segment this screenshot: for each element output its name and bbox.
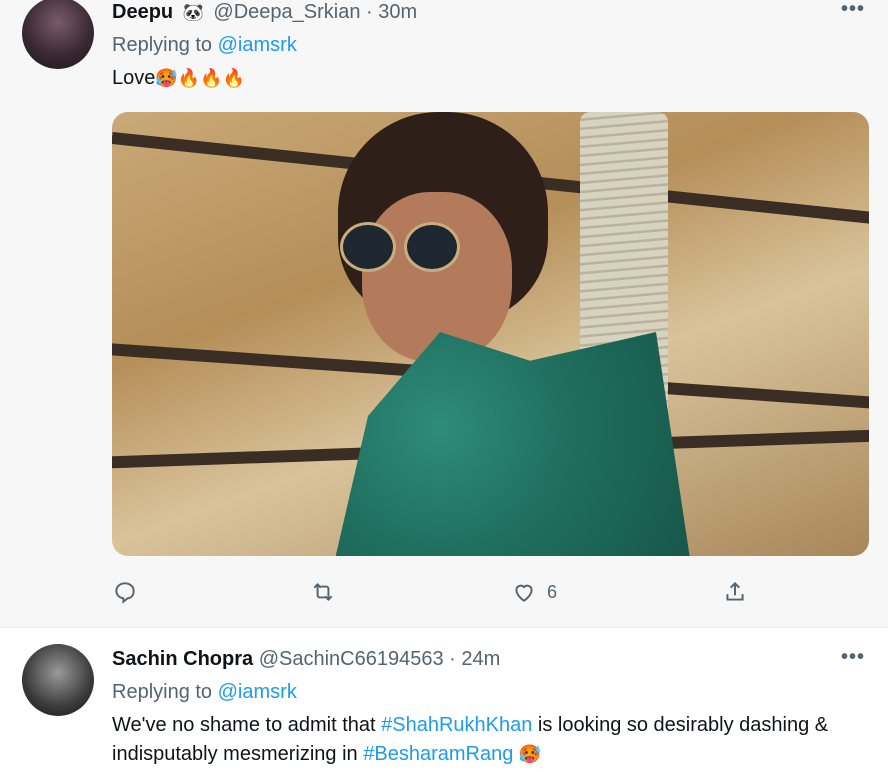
tweet-header: Sachin Chopra @SachinC66194563 · 24m [112, 648, 500, 671]
replying-to: Replying to @iamsrk [112, 34, 297, 57]
mention-link[interactable]: @iamsrk [218, 34, 297, 56]
hashtag-link[interactable]: #BesharamRang [363, 743, 513, 765]
tweet-text-content: Love [112, 67, 156, 89]
tweet-emojis: 🥵🔥🔥🔥 [155, 68, 246, 88]
timestamp[interactable]: 24m [461, 648, 500, 670]
more-options-icon[interactable]: ••• [840, 647, 866, 672]
like-button[interactable]: 6 [511, 576, 557, 608]
avatar[interactable] [22, 644, 94, 716]
separator: · [449, 648, 456, 670]
tweet-actions: 6 [112, 576, 752, 608]
timestamp[interactable]: 30m [378, 1, 417, 23]
display-name[interactable]: Sachin Chopra [112, 648, 253, 670]
tweet-photo[interactable] [112, 112, 869, 556]
reply-button[interactable] [112, 576, 138, 608]
tweet-emoji: 🥵 [518, 744, 542, 764]
more-options-icon[interactable]: ••• [840, 0, 866, 24]
display-name[interactable]: Deepu [112, 1, 173, 23]
photo-glasses [340, 222, 396, 272]
replying-to: Replying to @iamsrk [112, 681, 297, 704]
replying-label: Replying to [112, 681, 213, 703]
separator: · [366, 1, 373, 23]
tweet-header: Deepu 🐼 @Deepa_Srkian · 30m [112, 1, 417, 24]
tweet-text: Love🥵🔥🔥🔥 [112, 64, 245, 93]
tweet[interactable]: Deepu 🐼 @Deepa_Srkian · 30m ••• Replying… [0, 0, 888, 628]
share-button[interactable] [722, 576, 748, 608]
username[interactable]: @SachinC66194563 [259, 648, 444, 670]
hashtag-link[interactable]: #ShahRukhKhan [381, 714, 532, 736]
photo-glasses [404, 222, 460, 272]
share-icon [726, 581, 744, 601]
avatar[interactable] [22, 0, 94, 69]
username[interactable]: @Deepa_Srkian [213, 1, 360, 23]
tweet-text-part: We've no shame to admit that [112, 714, 382, 736]
replying-label: Replying to [112, 34, 213, 56]
tweet-text: We've no shame to admit that #ShahRukhKh… [112, 711, 852, 769]
reply-icon [115, 582, 135, 604]
tweet[interactable]: Sachin Chopra @SachinC66194563 · 24m •••… [0, 628, 888, 772]
like-count: 6 [547, 581, 558, 602]
heart-icon [515, 584, 533, 602]
panda-emoji-icon: 🐼 [182, 3, 204, 22]
retweet-button[interactable] [310, 576, 336, 608]
retweet-icon [313, 583, 333, 601]
mention-link[interactable]: @iamsrk [218, 681, 297, 703]
